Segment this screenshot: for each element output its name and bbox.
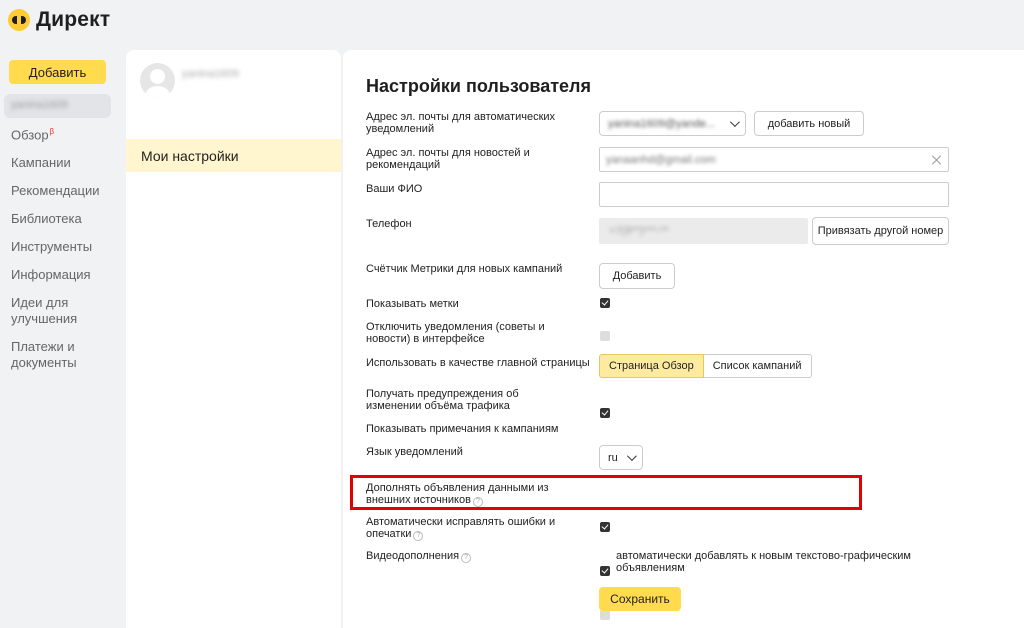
sidebar-user-name: yanina1609 [11, 99, 68, 111]
beta-badge: β [49, 127, 55, 136]
sidebar-item-payments[interactable]: Платежи и документы [11, 339, 81, 371]
video-option-text: автоматически добавлять к новым текстово… [616, 550, 911, 574]
main-page-option-campaigns[interactable]: Список кампаний [703, 354, 812, 378]
traffic-warnings-checkbox[interactable] [600, 408, 610, 418]
metrika-add-button[interactable]: Добавить [599, 263, 675, 289]
main-page-option-overview[interactable]: Страница Обзор [599, 354, 704, 378]
autocorrect-checkbox[interactable] [600, 566, 610, 576]
settings-menu-panel: yanina1609 Мои настройки [126, 50, 341, 628]
chevron-down-icon [729, 117, 740, 128]
avatar [140, 63, 175, 98]
page-title: Настройки пользователя [366, 76, 591, 96]
sidebar-nav: Обзорβ Кампании Рекомендации Библиотека … [11, 124, 116, 383]
yandex-logo-icon [8, 9, 30, 31]
clear-icon[interactable] [932, 155, 942, 165]
autocorrect-label: Автоматически исправлять ошибки и опечат… [366, 516, 556, 541]
fio-field[interactable] [599, 182, 949, 207]
traffic-warnings-label: Получать предупреждения об изменении объ… [366, 388, 519, 412]
email-auto-label: Адрес эл. почты для автоматических уведо… [366, 111, 556, 135]
disable-notifications-checkbox[interactable] [600, 331, 610, 341]
disable-notifications-label: Отключить уведомления (советы и новости)… [366, 321, 545, 345]
sidebar-item-library[interactable]: Библиотека [11, 211, 116, 227]
language-select[interactable]: ru [599, 445, 643, 470]
fio-label: Ваши ФИО [366, 183, 423, 195]
sidebar-item-ideas[interactable]: Идеи для улучшения [11, 295, 81, 327]
menu-item-my-settings[interactable]: Мои настройки [126, 139, 341, 172]
logo-text: Директ [36, 8, 111, 31]
sidebar-item-tools[interactable]: Инструменты [11, 239, 116, 255]
help-icon[interactable]: ? [472, 497, 483, 507]
sidebar-item-information[interactable]: Информация [11, 267, 116, 283]
save-button[interactable]: Сохранить [599, 587, 681, 611]
show-labels-checkbox[interactable] [600, 298, 610, 308]
add-button[interactable]: Добавить [9, 60, 106, 84]
video-label: Видеодополнения? [366, 550, 596, 563]
language-label: Язык уведомлений [366, 446, 463, 458]
phone-value: +7(9**)***-** [609, 225, 669, 237]
show-notes-label: Показывать примечания к кампаниям [366, 423, 559, 435]
sidebar-user[interactable]: yanina1609 [4, 94, 111, 118]
link-phone-button[interactable]: Привязать другой номер [812, 217, 949, 245]
settings-panel: Настройки пользователя Адрес эл. почты д… [343, 50, 1024, 628]
main-page-label: Использовать в качестве главной страницы [366, 357, 590, 369]
email-news-value: yanaanhd@gmail.com [606, 153, 716, 166]
help-icon[interactable]: ? [461, 553, 472, 563]
profile-username: yanina1609 [182, 68, 239, 80]
show-labels-label: Показывать метки [366, 298, 459, 310]
chevron-down-icon [626, 451, 637, 462]
language-value: ru [608, 451, 618, 464]
add-email-button[interactable]: добавить новый [754, 111, 864, 136]
email-auto-value: yanina1609@yande... [608, 117, 716, 130]
sidebar-item-campaigns[interactable]: Кампании [11, 155, 116, 171]
email-news-label: Адрес эл. почты для новостей и рекоменда… [366, 147, 530, 171]
email-news-field[interactable]: yanaanhd@gmail.com [599, 147, 949, 172]
email-auto-select[interactable]: yanina1609@yande... [599, 111, 746, 136]
sidebar-item-overview[interactable]: Обзорβ [11, 124, 116, 143]
external-data-label: Дополнять объявления данными из внешних … [366, 482, 549, 507]
phone-field: +7(9**)***-** [599, 218, 808, 244]
external-data-checkbox[interactable] [600, 522, 610, 532]
phone-label: Телефон [366, 218, 412, 230]
sidebar-item-recommendations[interactable]: Рекомендации [11, 183, 116, 199]
help-icon[interactable]: ? [413, 531, 424, 541]
logo[interactable]: Директ [8, 8, 110, 32]
metrika-label: Счётчик Метрики для новых кампаний [366, 263, 563, 275]
main-page-switch: Страница Обзор Список кампаний [599, 354, 812, 378]
video-checkbox[interactable] [600, 610, 610, 620]
